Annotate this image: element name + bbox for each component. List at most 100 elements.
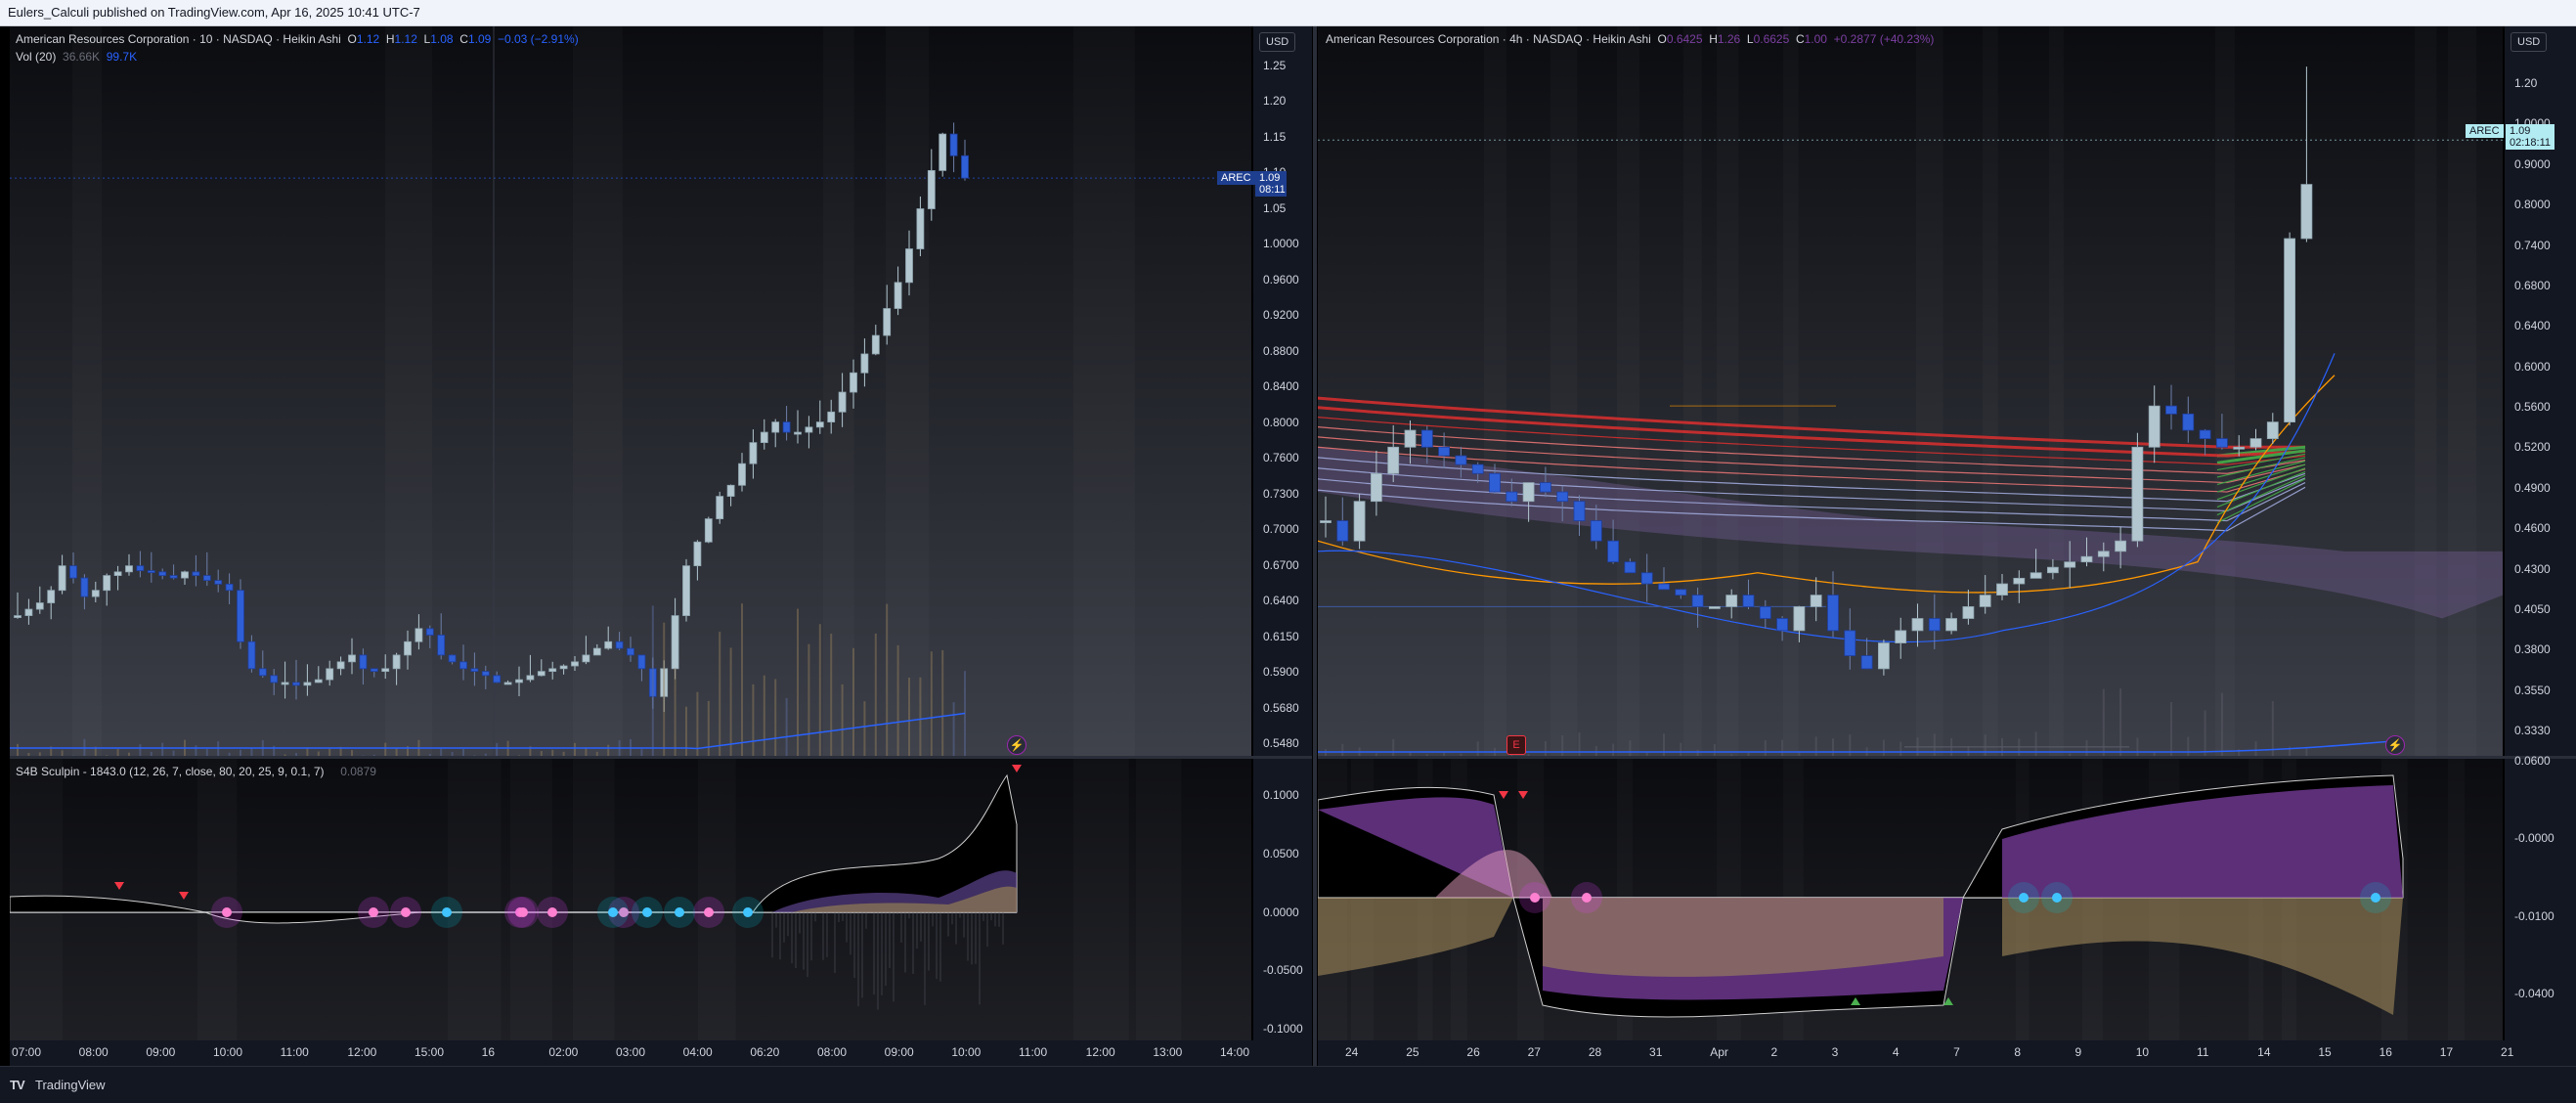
left-price-pane[interactable] <box>10 26 1251 756</box>
footer-bar <box>0 1066 2576 1103</box>
left-candle <box>672 616 678 669</box>
right-candle <box>1861 656 1872 669</box>
left_chart.indicator_axis-tick: -0.0500 <box>1263 963 1303 977</box>
volume-bar <box>2119 688 2121 756</box>
left_chart.price_axis-tick: 0.7600 <box>1263 451 1299 464</box>
left-last-price: 1.09 08:11 <box>1255 171 1287 197</box>
right-candle <box>2166 406 2177 414</box>
session-band <box>1717 26 1738 756</box>
session-band <box>2215 26 2235 756</box>
blue-signal <box>2371 893 2380 903</box>
right-price-svg <box>1318 26 2503 756</box>
left-last-price-value: 1.09 <box>1259 172 1283 184</box>
left_chart.time_axis-tick: 06:20 <box>750 1045 779 1059</box>
volume-bar <box>2103 689 2105 756</box>
right_chart.time_axis-tick: 9 <box>2075 1045 2082 1059</box>
right-price-pane[interactable] <box>1318 26 2503 756</box>
left-time-axis[interactable]: 07:0008:0009:0010:0011:0012:0015:001602:… <box>10 1040 1312 1066</box>
right-candle <box>1557 492 1568 502</box>
volume-bar <box>1612 743 1614 756</box>
volume-bar <box>1392 739 1394 756</box>
right_chart.price_axis-tick: 0.4600 <box>2514 521 2551 535</box>
left-candle <box>405 641 412 655</box>
left_chart.time_axis-tick: 09:00 <box>885 1045 914 1059</box>
right-time-axis[interactable]: 242526272831Apr23478910111415161721 <box>1318 1040 2576 1066</box>
right-candle <box>1490 473 1501 492</box>
left-candle <box>382 669 389 672</box>
left_chart.time_axis-tick: 12:00 <box>347 1045 376 1059</box>
right_chart.time_axis-tick: 11 <box>2197 1045 2208 1059</box>
right-indicator-axis[interactable]: 0.0600-0.0000-0.0100-0.0400 <box>2505 759 2576 1040</box>
left-currency-button[interactable]: USD <box>1259 32 1295 52</box>
left-lightning-icon[interactable]: ⚡ <box>1007 735 1026 755</box>
chart-layout-separator[interactable] <box>1313 26 1317 1066</box>
left-candle <box>81 578 88 596</box>
right-countdown: 02:18:11 <box>2510 137 2551 149</box>
right-candle <box>1980 596 1990 607</box>
volume-bar <box>1815 736 1817 756</box>
blue-signal <box>442 907 452 917</box>
right-candle <box>1608 541 1619 561</box>
right_chart.price_axis-tick: 0.4300 <box>2514 562 2551 576</box>
right_chart.indicator_axis-tick: 0.0600 <box>2514 754 2551 768</box>
pink-signal <box>547 907 557 917</box>
left-candle <box>182 572 189 578</box>
right_chart.time_axis-tick: Apr <box>1710 1045 1728 1059</box>
volume-bar <box>797 609 799 756</box>
left-candle <box>126 566 133 572</box>
volume-bar <box>195 745 196 756</box>
volume-bar <box>17 744 19 756</box>
right-candle <box>1896 631 1906 643</box>
left-candle <box>170 576 177 579</box>
left-volume-legend: Vol (20) 36.66K 99.7K <box>16 50 137 64</box>
right-candle <box>1321 521 1332 523</box>
left-candle <box>137 566 144 571</box>
left-candle <box>906 249 913 283</box>
right-lightning-icon[interactable]: ⚡ <box>2385 735 2405 755</box>
right-candle <box>1794 606 1805 630</box>
right-candle <box>1574 502 1585 521</box>
earnings-icon[interactable]: E <box>1506 735 1526 755</box>
right-indicator-pane[interactable] <box>1318 759 2503 1040</box>
right_chart.time_axis-tick: 2 <box>1770 1045 1777 1059</box>
left-candle <box>315 680 322 683</box>
left_chart.indicator_axis-tick: 0.1000 <box>1263 788 1299 802</box>
volume-bar <box>2136 737 2138 756</box>
right-low: 0.6625 <box>1754 32 1790 46</box>
right-candle <box>2234 447 2245 449</box>
volume-bar <box>328 749 330 756</box>
left-price-axis[interactable]: 1.251.201.151.101.051.00000.96000.92000.… <box>1253 26 1312 756</box>
right-candle <box>2132 447 2143 541</box>
blue-signal <box>608 907 618 917</box>
right-currency-button[interactable]: USD <box>2511 32 2547 52</box>
right-candle <box>1439 447 1450 456</box>
tradingview-logo[interactable]: TVTradingView <box>10 1078 106 1092</box>
volume-bar <box>941 650 943 756</box>
volume-bar <box>1341 744 1343 756</box>
left-indicator-pane[interactable] <box>10 759 1251 1040</box>
left_chart.price_axis-tick: 0.7300 <box>1263 487 1299 501</box>
session-band <box>1617 26 1639 756</box>
volume-bar <box>607 745 609 756</box>
volume-bar <box>1832 738 1834 756</box>
right_chart.time_axis-tick: 16 <box>2380 1045 2392 1059</box>
session-band <box>886 26 929 756</box>
left-candle <box>460 662 467 669</box>
volume-bar <box>1595 746 1597 756</box>
left-candle <box>215 581 222 585</box>
left-c-label: C <box>459 32 468 46</box>
volume-bar <box>250 748 252 756</box>
session-band <box>1983 26 1998 756</box>
left-candle <box>36 603 43 609</box>
right-candle <box>2098 552 2109 556</box>
left_chart.time_axis-tick: 08:00 <box>817 1045 847 1059</box>
left_chart.indicator_axis-tick: 0.0000 <box>1263 905 1299 919</box>
volume-bar <box>830 634 832 756</box>
left-legend-title: American Resources Corporation · 10 · NA… <box>16 32 341 46</box>
left-candle <box>438 636 445 655</box>
right_chart.price_axis-tick: 0.8000 <box>2514 198 2551 211</box>
blue-signal <box>675 907 684 917</box>
left-candle <box>806 427 812 432</box>
left_chart.price_axis-tick: 0.8000 <box>1263 416 1299 429</box>
left-indicator-axis[interactable]: 0.10000.05000.0000-0.0500-0.1000 <box>1253 759 1312 1040</box>
